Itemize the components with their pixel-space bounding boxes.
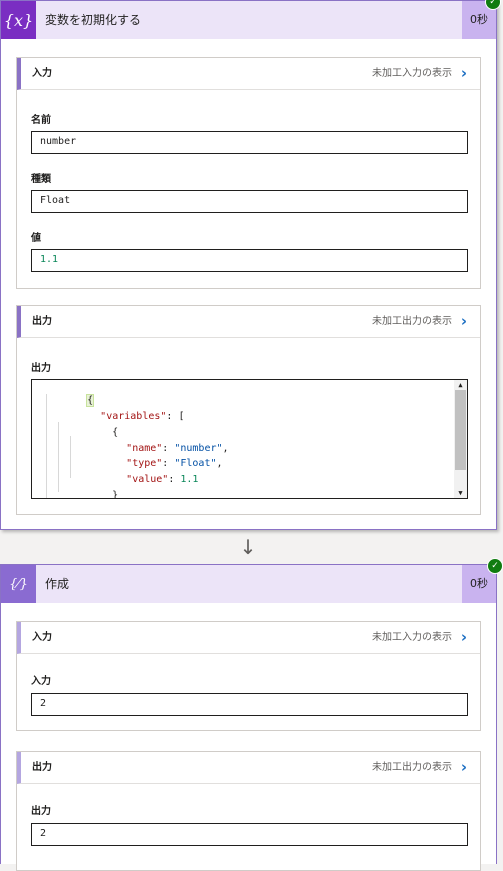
show-raw-inputs-link[interactable]: 未加工入力の表示 xyxy=(372,58,452,89)
field-label-value: 値 xyxy=(31,233,41,244)
json-brace: } xyxy=(112,490,119,499)
chevron-right-icon[interactable]: › xyxy=(461,306,467,336)
chevron-right-icon[interactable]: › xyxy=(461,58,467,88)
json-key: "value" xyxy=(126,474,169,485)
section-title: 出力 xyxy=(32,316,52,327)
section-title: 出力 xyxy=(32,762,52,773)
success-check-icon: ✓ xyxy=(485,0,501,10)
inputs-section-header[interactable]: 入力 未加工入力の表示 › xyxy=(17,622,480,654)
type-value-field: Float xyxy=(31,190,468,213)
field-label-output: 出力 xyxy=(31,806,51,817)
action-card-initialize-variable[interactable]: {x} 変数を初期化する 0秒 入力 未加工入力の表示 › 名前 number … xyxy=(0,0,497,530)
chevron-right-icon[interactable]: › xyxy=(461,622,467,652)
success-check-icon: ✓ xyxy=(487,558,503,574)
section-title: 入力 xyxy=(32,68,52,79)
section-title: 入力 xyxy=(32,632,52,643)
field-label-input: 入力 xyxy=(31,676,51,687)
show-raw-outputs-link[interactable]: 未加工出力の表示 xyxy=(372,306,452,337)
action-title: 作成 xyxy=(45,577,70,591)
show-raw-inputs-link[interactable]: 未加工入力の表示 xyxy=(372,622,452,653)
compose-icon: {⁄} xyxy=(1,565,36,603)
json-number: 1.1 xyxy=(180,474,199,485)
show-raw-outputs-link[interactable]: 未加工出力の表示 xyxy=(372,752,452,783)
action-title: 変数を初期化する xyxy=(45,13,142,27)
action-card-compose[interactable]: {⁄} 作成 0秒 入力 未加工入力の表示 › 入力 2 出力 未加工出力の表示… xyxy=(0,564,497,871)
variable-icon: {x} xyxy=(1,1,36,39)
action-header[interactable]: {⁄} 作成 0秒 xyxy=(1,565,496,603)
inputs-section: 入力 未加工入力の表示 › 入力 2 xyxy=(16,621,481,731)
outputs-section-header[interactable]: 出力 未加工出力の表示 › xyxy=(17,306,480,338)
output-value-field: 2 xyxy=(31,823,468,846)
json-output-viewer[interactable]: { "variables": [ { "name": "number", "ty… xyxy=(31,379,468,499)
scroll-up-arrow-icon[interactable]: ▲ xyxy=(454,380,467,390)
name-value-field: number xyxy=(31,131,468,154)
json-bracket: [ xyxy=(178,411,185,422)
outputs-section: 出力 未加工出力の表示 › 出力 { "variables": [ { "nam… xyxy=(16,305,481,515)
scrollbar-thumb[interactable] xyxy=(455,390,466,470)
action-header[interactable]: {x} 変数を初期化する 0秒 xyxy=(1,1,496,39)
input-value-field: 2 xyxy=(31,693,468,716)
chevron-right-icon[interactable]: › xyxy=(461,752,467,782)
value-field: 1.1 xyxy=(31,249,468,272)
outputs-section-header[interactable]: 出力 未加工出力の表示 › xyxy=(17,752,480,784)
field-label-type: 種類 xyxy=(31,174,51,185)
code-scrollbar[interactable]: ▲ ▼ xyxy=(454,380,467,498)
down-arrow-icon: ↓ xyxy=(239,535,257,559)
scroll-down-arrow-icon[interactable]: ▼ xyxy=(454,488,467,498)
inputs-section-header[interactable]: 入力 未加工入力の表示 › xyxy=(17,58,480,90)
field-label-name: 名前 xyxy=(31,115,51,126)
outputs-section: 出力 未加工出力の表示 › 出力 2 xyxy=(16,751,481,871)
inputs-section: 入力 未加工入力の表示 › 名前 number 種類 Float 値 1.1 xyxy=(16,57,481,289)
field-label-output: 出力 xyxy=(31,363,51,374)
